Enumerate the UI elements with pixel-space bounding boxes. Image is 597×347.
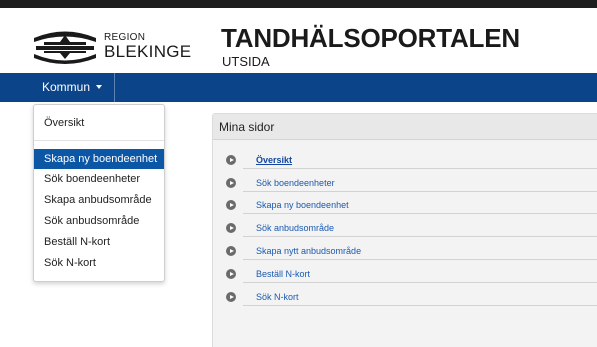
circle-arrow-icon: [226, 223, 236, 233]
panel-link-row: Skapa nytt anbudsområde: [213, 243, 597, 263]
dropdown-item-oversikt[interactable]: Översikt: [34, 113, 164, 133]
region-blekinge-logo[interactable]: REGION BLEKINGE: [32, 22, 202, 68]
panel-link-row: Beställ N-kort: [213, 266, 597, 286]
circle-arrow-icon: [226, 200, 236, 210]
link-sok-boendeenheter[interactable]: Sök boendeenheter: [256, 176, 335, 190]
link-sok-anbudsomrade[interactable]: Sök anbudsområde: [256, 221, 334, 235]
link-underline: [243, 213, 597, 214]
circle-arrow-icon: [226, 269, 236, 279]
mina-sidor-panel: Mina sidor Översikt Sök boendeenheter Sk…: [212, 113, 597, 347]
caret-down-icon: [96, 84, 103, 89]
link-skapa-ny-boendeenhet[interactable]: Skapa ny boendeenhet: [256, 198, 349, 212]
kommun-menu-button[interactable]: Kommun: [33, 73, 115, 102]
link-skapa-nytt-anbudsomrade[interactable]: Skapa nytt anbudsområde: [256, 244, 361, 258]
top-bar: [0, 0, 597, 8]
circle-arrow-icon: [226, 246, 236, 256]
panel-link-row: Skapa ny boendeenhet: [213, 197, 597, 217]
link-underline: [243, 282, 597, 283]
panel-link-row: Sök N-kort: [213, 289, 597, 309]
dropdown-item-skapa-ny-boendeenhet[interactable]: Skapa ny boendeenhet: [34, 149, 164, 169]
dropdown-item-bestall-n-kort[interactable]: Beställ N-kort: [34, 232, 164, 252]
site-title: TANDHÄLSOPORTALEN: [221, 23, 520, 53]
circle-arrow-icon: [226, 292, 236, 302]
panel-link-row: Översikt: [213, 152, 597, 172]
circle-arrow-icon: [226, 155, 236, 165]
panel-title: Mina sidor: [213, 114, 597, 140]
logo-name-label: BLEKINGE: [104, 42, 192, 61]
main-navbar: Kommun: [0, 73, 597, 102]
logo-text: REGION BLEKINGE: [104, 33, 191, 61]
dropdown-item-skapa-anbudsomrade[interactable]: Skapa anbudsområde: [34, 190, 164, 210]
kommun-dropdown-menu: Översikt Skapa ny boendeenhet Sök boende…: [33, 104, 165, 282]
kommun-menu-label: Kommun: [42, 80, 91, 94]
panel-link-row: Sök boendeenheter: [213, 175, 597, 195]
circle-arrow-icon: [226, 178, 236, 188]
link-underline: [243, 305, 597, 306]
dropdown-item-sok-n-kort[interactable]: Sök N-kort: [34, 253, 164, 273]
dropdown-item-sok-anbudsomrade[interactable]: Sök anbudsområde: [34, 211, 164, 231]
link-underline: [243, 236, 597, 237]
link-bestall-n-kort[interactable]: Beställ N-kort: [256, 267, 310, 281]
link-underline: [243, 191, 597, 192]
dropdown-divider: [34, 140, 164, 141]
logo-emblem-icon: [34, 31, 96, 64]
panel-link-row: Sök anbudsområde: [213, 220, 597, 240]
site-subtitle: UTSIDA: [222, 54, 270, 69]
link-underline: [243, 259, 597, 260]
link-oversikt[interactable]: Översikt: [256, 153, 292, 167]
dropdown-item-sok-boendeenheter[interactable]: Sök boendeenheter: [34, 169, 164, 189]
link-sok-n-kort[interactable]: Sök N-kort: [256, 290, 299, 304]
link-underline: [243, 168, 597, 169]
